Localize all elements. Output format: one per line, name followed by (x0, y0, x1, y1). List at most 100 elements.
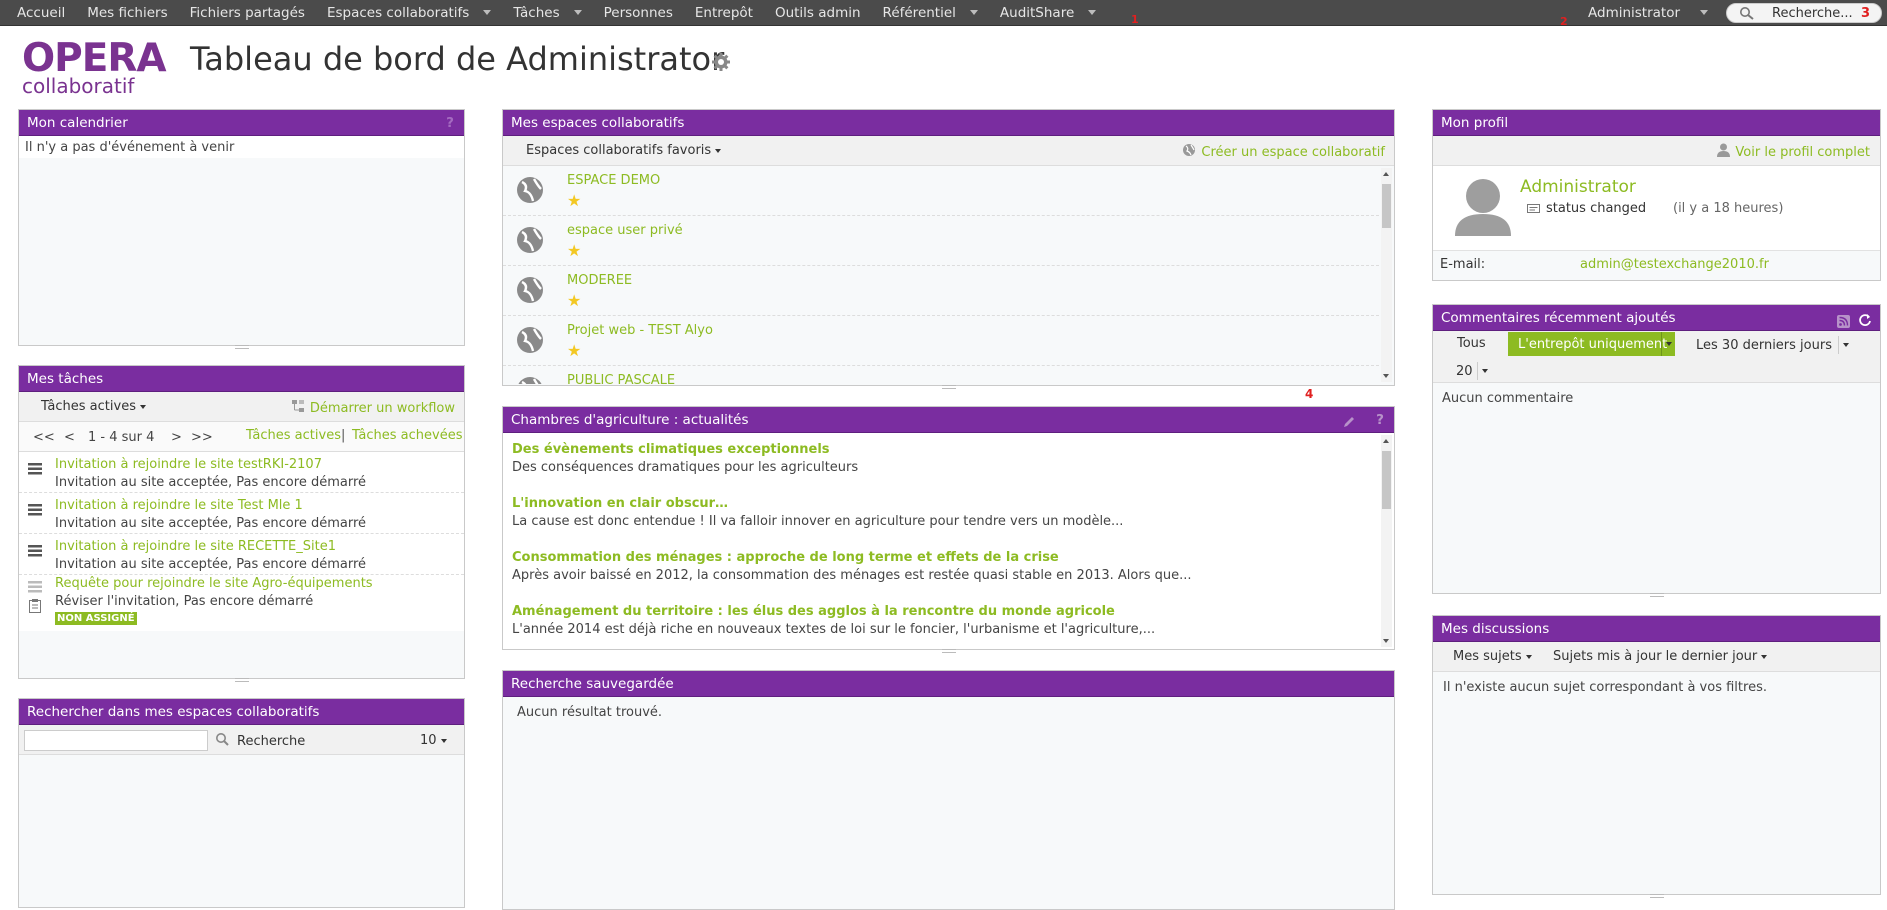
resize-handle[interactable] (1649, 593, 1664, 597)
site-search-button[interactable]: Recherche (215, 732, 305, 750)
tab-all[interactable]: Tous (1457, 336, 1486, 351)
global-search-input[interactable]: Recherche... (1726, 3, 1882, 23)
scrollbar[interactable] (1381, 435, 1392, 647)
search-placeholder: Recherche... (1772, 6, 1853, 21)
sites-filter-dropdown[interactable]: Espaces collaboratifs favoris (526, 143, 722, 158)
nav-auditshare[interactable]: AuditShare (989, 0, 1107, 25)
email-label: E-mail: (1440, 257, 1486, 272)
favorite-star-icon[interactable]: ★ (567, 191, 581, 210)
resize-handle[interactable] (234, 678, 249, 682)
site-link[interactable]: MODEREE (567, 273, 632, 288)
create-site-button[interactable]: Créer un espace collaboratif (1182, 143, 1385, 161)
nav-espaces-collaboratifs[interactable]: Espaces collaboratifs (316, 0, 502, 25)
my-topics-dropdown[interactable]: Mes sujets (1453, 649, 1532, 664)
task-menu-icon[interactable] (28, 545, 42, 561)
scroll-up-arrow[interactable] (1383, 172, 1389, 176)
nav-taches[interactable]: Tâches (502, 0, 592, 25)
resize-handle[interactable] (941, 649, 956, 653)
help-icon[interactable]: ? (446, 110, 454, 136)
favorite-star-icon[interactable]: ★ (567, 341, 581, 360)
task-title-link[interactable]: Invitation à rejoindre le site testRKI-2… (55, 457, 322, 472)
task-title-link[interactable]: Invitation à rejoindre le site RECETTE_S… (55, 539, 336, 554)
resize-handle[interactable] (941, 385, 956, 389)
start-workflow-button[interactable]: Démarrer un workflow (291, 399, 455, 417)
pager-first[interactable]: << (33, 430, 55, 445)
profile-status-time: (il y a 18 heures) (1673, 201, 1784, 216)
create-site-label: Créer un espace collaboratif (1201, 144, 1385, 160)
nav-fichiers-partages[interactable]: Fichiers partagés (179, 0, 316, 25)
news-summary: L'année 2014 est déjà riche en nouveaux … (512, 622, 1156, 637)
news-title-link[interactable]: Consommation des ménages : approche de l… (512, 550, 1192, 565)
nav-entrepot[interactable]: Entrepôt (684, 0, 764, 25)
scrollbar[interactable] (1381, 168, 1392, 382)
task-item: Requête pour rejoindre le site Agro-équi… (19, 575, 464, 631)
dropdown-label: Espaces collaboratifs favoris (526, 143, 712, 158)
link-completed-tasks[interactable]: Tâches achevées (352, 428, 463, 443)
nav-label: Entrepôt (694, 4, 753, 21)
saved-search-empty-message: Aucun résultat trouvé. (517, 705, 663, 720)
annotation-marker-1: 1 (1131, 13, 1139, 26)
view-full-profile-label: Voir le profil complet (1735, 144, 1870, 160)
search-icon (215, 732, 230, 750)
annotation-marker-3: 3 (1861, 6, 1871, 21)
news-title-link[interactable]: Aménagement du territoire : les élus des… (512, 604, 1155, 619)
site-item: PUBLIC PASCALE (503, 366, 1379, 384)
task-title-link[interactable]: Requête pour rejoindre le site Agro-équi… (55, 576, 373, 591)
user-menu[interactable]: Administrator (1588, 0, 1709, 25)
scroll-thumb[interactable] (1382, 184, 1391, 228)
dashlet-title: Commentaires récemment ajoutés (1441, 310, 1676, 326)
news-title-link[interactable]: L'innovation en clair obscur… (512, 496, 1123, 511)
resize-handle[interactable] (234, 345, 249, 349)
email-link[interactable]: admin@testexchange2010.fr (1580, 257, 1769, 272)
results-count-dropdown[interactable]: 10 (420, 733, 447, 748)
site-link[interactable]: ESPACE DEMO (567, 173, 660, 188)
favorite-star-icon[interactable]: ★ (567, 291, 581, 310)
pager-prev[interactable]: < (64, 430, 75, 445)
task-menu-icon[interactable] (28, 581, 42, 597)
globe-icon (1182, 143, 1196, 161)
nav-mes-fichiers[interactable]: Mes fichiers (76, 0, 178, 25)
task-title-link[interactable]: Invitation à rejoindre le site Test Mle … (55, 498, 303, 513)
nav-outils-admin[interactable]: Outils admin (764, 0, 872, 25)
help-icon[interactable]: ? (1376, 407, 1384, 433)
site-link[interactable]: Projet web - TEST Alyo (567, 323, 713, 338)
dashlet-header: Rechercher dans mes espaces collaboratif… (19, 699, 464, 725)
tasks-filter-dropdown[interactable]: Tâches actives (41, 399, 146, 414)
site-item: ESPACE DEMO ★ (503, 166, 1379, 216)
news-title-link[interactable]: Des évènements climatiques exceptionnels (512, 442, 858, 457)
site-search-input[interactable] (24, 730, 208, 751)
nav-accueil[interactable]: Accueil (6, 0, 76, 25)
opera-logo[interactable]: OPERA collaboratif (22, 39, 167, 97)
tab-repository-only[interactable]: L'entrepôt uniquement (1508, 332, 1675, 356)
globe-icon (516, 276, 544, 308)
pager-last[interactable]: >> (191, 430, 213, 445)
scroll-up-arrow[interactable] (1383, 439, 1389, 443)
scroll-down-arrow[interactable] (1383, 639, 1389, 643)
profile-name-link[interactable]: Administrator (1520, 177, 1636, 197)
count-dropdown[interactable]: 20 (1456, 362, 1488, 380)
site-link[interactable]: espace user privé (567, 223, 683, 238)
avatar[interactable] (1454, 176, 1512, 240)
task-menu-icon[interactable] (28, 504, 42, 520)
scroll-down-arrow[interactable] (1383, 374, 1389, 378)
scroll-thumb[interactable] (1382, 451, 1391, 509)
link-active-tasks[interactable]: Tâches actives (246, 428, 341, 443)
updated-topics-dropdown[interactable]: Sujets mis à jour le dernier jour (1553, 649, 1768, 664)
task-menu-icon[interactable] (28, 463, 42, 479)
resize-handle[interactable] (1649, 894, 1664, 898)
nav-referentiel[interactable]: Référentiel (872, 0, 989, 25)
pager-next[interactable]: > (171, 430, 182, 445)
nav-personnes[interactable]: Personnes (593, 0, 684, 25)
favorite-star-icon[interactable]: ★ (567, 241, 581, 260)
gear-icon[interactable] (711, 52, 731, 76)
chevron-down-icon (1088, 10, 1097, 15)
clipboard-icon[interactable] (29, 599, 41, 617)
period-dropdown[interactable]: Les 30 derniers jours (1696, 336, 1849, 354)
site-link[interactable]: PUBLIC PASCALE (567, 373, 675, 384)
site-item: espace user privé ★ (503, 216, 1379, 266)
main-nav: Accueil Mes fichiers Fichiers partagés E… (6, 0, 1107, 25)
profile-toolbar: Voir le profil complet (1433, 136, 1880, 166)
view-full-profile-link[interactable]: Voir le profil complet (1717, 143, 1870, 161)
dashlet-header: Mes discussions (1433, 616, 1880, 642)
dropdown-label: Sujets mis à jour le dernier jour (1553, 649, 1758, 664)
